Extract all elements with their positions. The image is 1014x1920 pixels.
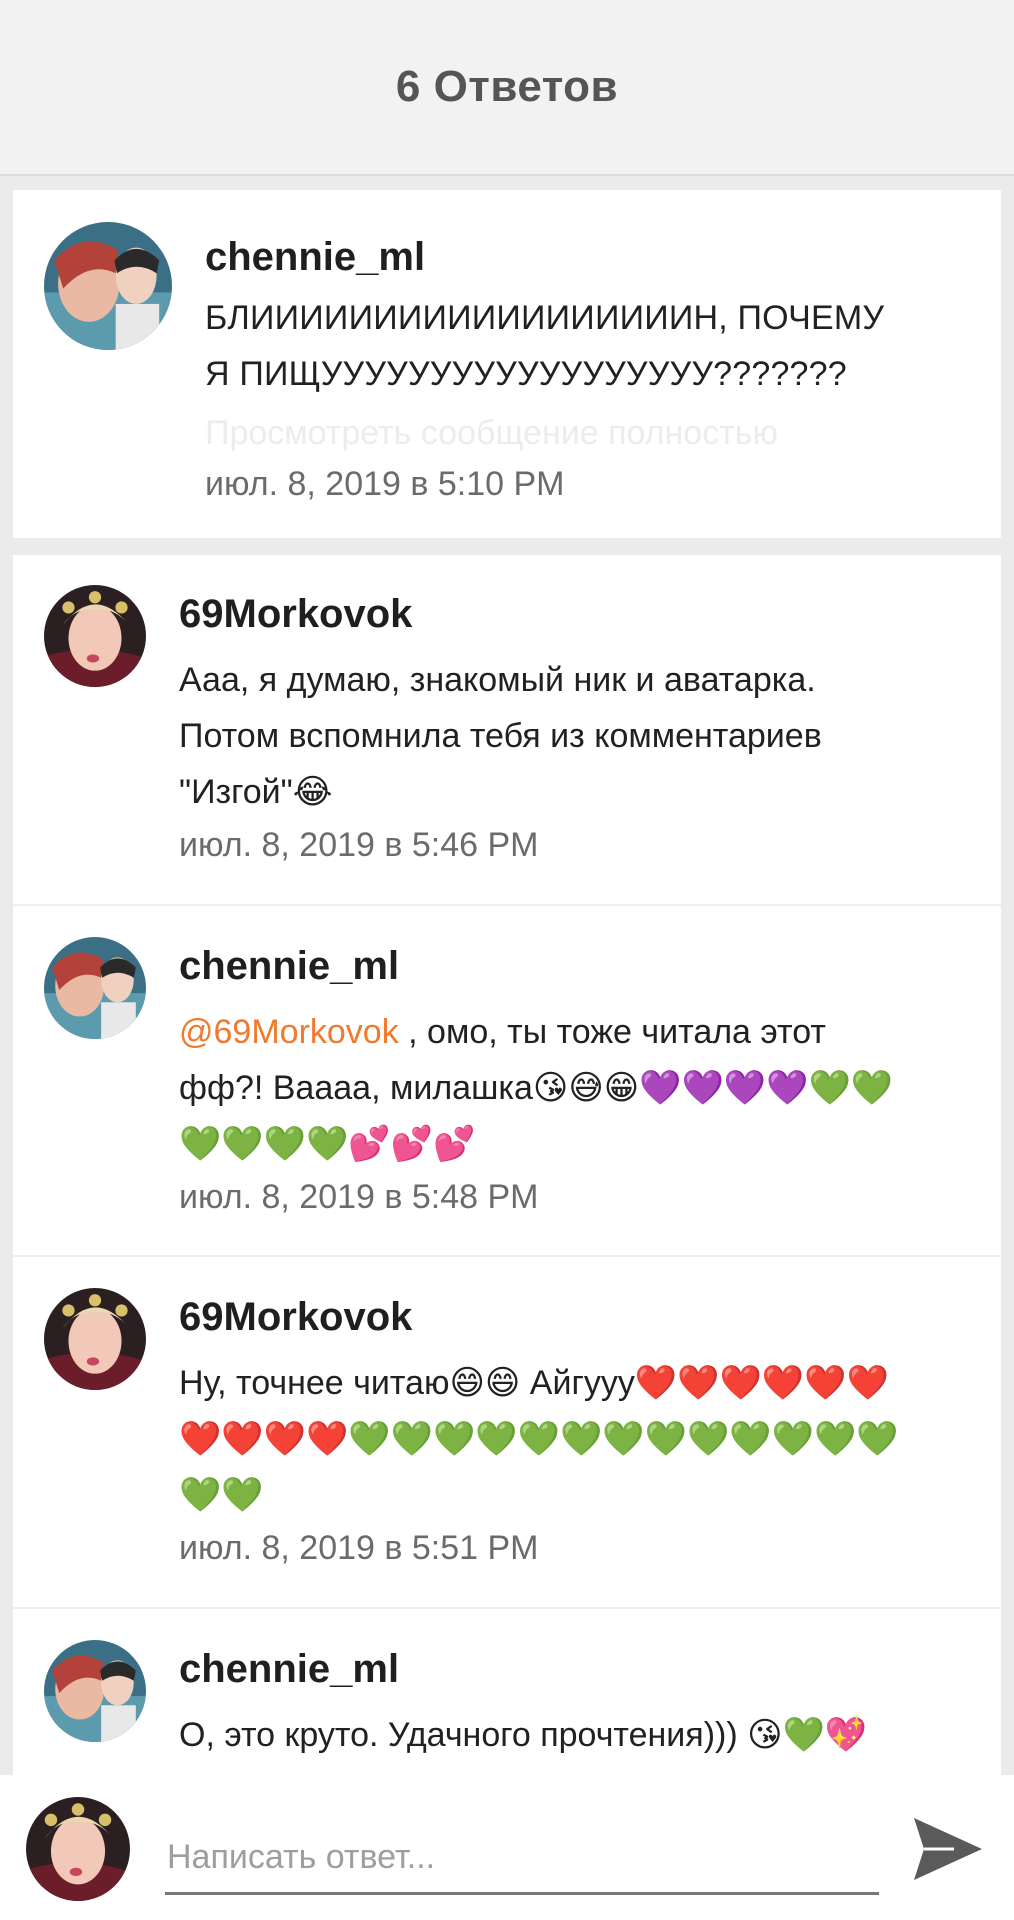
divider (13, 904, 1001, 906)
comment-timestamp: июл. 8, 2019 в 5:10 PM (205, 465, 565, 503)
avatar-chennie[interactable] (44, 222, 172, 350)
reply-author[interactable]: 69Morkovok (179, 1295, 412, 1340)
reply-text-line: фф?! Ваааа, милашка😘😅😁💜💜💜💜💚💚 (179, 1069, 894, 1107)
reply-timestamp: июл. 8, 2019 в 5:46 PM (179, 826, 539, 864)
comment-text-line: Я ПИЩУУУУУУУУУУУУУУУУУУ??????? (205, 355, 847, 393)
comment-text-line: БЛИИИИИИИИИИИИИИИИИИН, ПОЧЕМУ (205, 299, 885, 337)
reply-text-line: Ну, точнее читаю😄😄 Айгууу❤️❤️❤️❤️❤️❤️ (179, 1364, 889, 1402)
reply-text-line: 💚💚💚💚💕💕💕 (179, 1125, 476, 1163)
comment-author[interactable]: chennie_ml (205, 235, 425, 280)
divider (13, 1255, 1001, 1257)
avatar-chennie[interactable] (44, 937, 146, 1039)
replies-list: 69Morkovok Ааа, я думаю, знакомый ник и … (13, 555, 1001, 1775)
divider (13, 1607, 1001, 1609)
reply-timestamp: июл. 8, 2019 в 5:51 PM (179, 1529, 539, 1567)
reply-author[interactable]: chennie_ml (179, 944, 399, 989)
send-arrow-icon (914, 1818, 982, 1880)
reply-input[interactable] (165, 1822, 879, 1895)
avatar-morkovok[interactable] (44, 1288, 146, 1390)
reply-text-line: О, это круто. Удачного прочтения))) 😘💚💖 (179, 1716, 868, 1754)
reply-author[interactable]: chennie_ml (179, 1647, 399, 1692)
avatar-morkovok[interactable] (44, 585, 146, 687)
send-button[interactable] (908, 1810, 986, 1888)
mention-link[interactable]: @69Morkovok (179, 1013, 399, 1051)
header-bar: 6 Ответов (0, 0, 1014, 176)
view-full-message-link[interactable]: Просмотреть сообщение полностью (205, 414, 778, 453)
page-title: 6 Ответов (395, 62, 619, 111)
reply-author[interactable]: 69Morkovok (179, 592, 412, 637)
reply-text-line: Ааа, я думаю, знакомый ник и аватарка. (179, 661, 816, 699)
reply-text-line: 💚💚 (179, 1476, 264, 1514)
reply-text-line: "Изгой"😂 (179, 773, 333, 811)
reply-text-line: @69Morkovok , омо, ты тоже читала этот (179, 1004, 826, 1060)
reply-timestamp: июл. 8, 2019 в 5:48 PM (179, 1178, 539, 1216)
reply-text-line: Потом вспомнила тебя из комментариев (179, 717, 822, 755)
avatar-chennie[interactable] (44, 1640, 146, 1742)
current-user-avatar[interactable] (26, 1797, 130, 1901)
reply-text-line: ❤️❤️❤️❤️💚💚💚💚💚💚💚💚💚💚💚💚💚 (179, 1420, 899, 1458)
parent-comment: chennie_ml БЛИИИИИИИИИИИИИИИИИИН, ПОЧЕМУ… (13, 190, 1001, 538)
reply-text: , омо, ты тоже читала этот (398, 1013, 826, 1051)
